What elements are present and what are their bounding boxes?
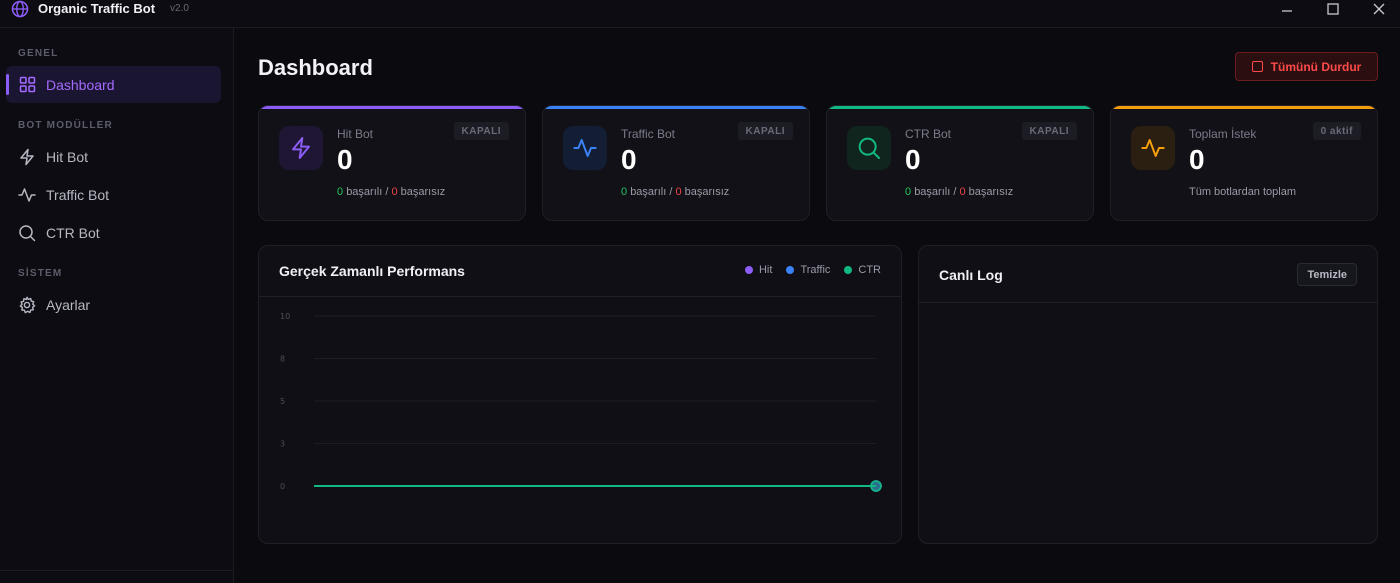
gear-icon <box>18 296 36 314</box>
status-badge: KAPALI <box>737 122 793 140</box>
stat-label: CTR Bot <box>905 127 952 141</box>
fail-count: 0 <box>675 186 682 198</box>
sidebar-item-label: CTR Bot <box>46 224 100 241</box>
success-count: 0 <box>905 186 912 198</box>
y-tick-label: 5 <box>280 397 285 406</box>
y-tick-label: 10 <box>280 312 290 321</box>
stop-all-label: Tümünü Durdur <box>1270 59 1362 74</box>
log-list <box>919 304 1377 543</box>
sidebar-item-label: Traffic Bot <box>46 186 110 203</box>
page-title: Dashboard <box>258 55 373 80</box>
stat-card-ctr-bot: CTR Bot 0 0 başarılı / 0 başarısız KAPAL… <box>826 105 1094 221</box>
search-icon <box>18 224 36 242</box>
sidebar-item-label: Dashboard <box>46 76 115 93</box>
sidebar-divider <box>0 570 234 571</box>
status-badge: KAPALI <box>453 122 509 140</box>
search-icon <box>847 126 891 170</box>
chart-legend: Hit Traffic CTR <box>744 264 881 276</box>
globe-icon <box>10 0 30 18</box>
card-accent-bar <box>543 106 809 109</box>
lightning-icon <box>279 126 323 170</box>
section-label-bot-moduller: BOT MODÜLLER <box>18 120 113 131</box>
sidebar-item-hit-bot[interactable]: Hit Bot <box>6 138 221 175</box>
app-title: Organic Traffic Bot <box>38 1 156 16</box>
activity-icon <box>563 126 607 170</box>
stat-value: 0 <box>621 144 637 175</box>
stat-label: Hit Bot <box>337 127 374 141</box>
y-tick-label: 3 <box>280 440 285 449</box>
fail-count: 0 <box>391 186 398 198</box>
legend-item-ctr: CTR <box>844 264 881 276</box>
success-label: başarılı <box>914 186 951 198</box>
sidebar-item-label: Hit Bot <box>46 148 89 165</box>
activity-icon <box>18 186 36 204</box>
stop-icon <box>1251 61 1263 72</box>
panel-header: Gerçek Zamanlı Performans Hit Traffic CT… <box>259 246 901 297</box>
status-badge: KAPALI <box>1021 122 1077 140</box>
clear-log-button[interactable]: Temizle <box>1297 263 1357 286</box>
legend-dot <box>786 266 795 274</box>
stat-value: 0 <box>337 144 353 175</box>
sidebar-item-ayarlar[interactable]: Ayarlar <box>6 286 221 323</box>
close-button[interactable] <box>1356 0 1400 18</box>
stat-subtext: 0 başarılı / 0 başarısız <box>621 186 729 198</box>
stat-subtext: 0 başarılı / 0 başarısız <box>905 186 1013 198</box>
lightning-icon <box>18 148 36 166</box>
active-count-badge: 0 aktif <box>1312 122 1361 140</box>
legend-label: Traffic <box>800 264 831 276</box>
success-count: 0 <box>337 186 344 198</box>
stat-card-traffic-bot: Traffic Bot 0 0 başarılı / 0 başarısız K… <box>542 105 810 221</box>
sidebar-item-label: Ayarlar <box>46 296 91 313</box>
title-bar: Organic Traffic Bot v2.0 <box>0 0 1400 28</box>
stop-all-button[interactable]: Tümünü Durdur <box>1235 52 1378 81</box>
maximize-icon <box>1327 3 1339 15</box>
stat-card-hit-bot: Hit Bot 0 0 başarılı / 0 başarısız KAPAL… <box>258 105 526 221</box>
y-tick-label: 0 <box>280 482 285 491</box>
card-accent-bar <box>827 106 1093 109</box>
legend-item-hit: Hit <box>744 264 773 276</box>
legend-item-traffic: Traffic <box>786 264 830 276</box>
section-label-genel: GENEL <box>18 48 59 59</box>
data-point-ctr <box>870 480 882 492</box>
success-count: 0 <box>621 186 628 198</box>
success-label: başarılı <box>346 186 383 198</box>
fail-count: 0 <box>959 186 966 198</box>
sidebar-item-traffic-bot[interactable]: Traffic Bot <box>6 176 221 213</box>
grid-icon <box>18 76 36 94</box>
y-tick-label: 8 <box>280 355 285 364</box>
stat-card-total-requests: Toplam İstek 0 Tüm botlardan toplam 0 ak… <box>1110 105 1378 221</box>
fail-label: başarısız <box>684 186 730 198</box>
sidebar: GENEL Dashboard BOT MODÜLLER Hit Bot Tra… <box>0 28 234 583</box>
close-icon <box>1373 3 1385 15</box>
panel-header: Canlı Log Temizle <box>919 246 1377 303</box>
minimize-icon <box>1282 10 1292 12</box>
legend-label: Hit <box>758 264 773 276</box>
success-label: başarılı <box>630 186 667 198</box>
pulse-icon <box>1131 126 1175 170</box>
stat-subtext: 0 başarılı / 0 başarısız <box>337 186 445 198</box>
fail-label: başarısız <box>968 186 1014 198</box>
card-accent-bar <box>259 106 525 109</box>
stat-label: Toplam İstek <box>1189 127 1257 141</box>
maximize-button[interactable] <box>1310 0 1356 18</box>
card-accent-bar <box>1111 106 1377 109</box>
app-version: v2.0 <box>170 3 189 14</box>
legend-label: CTR <box>858 264 881 276</box>
sidebar-item-ctr-bot[interactable]: CTR Bot <box>6 214 221 251</box>
log-title: Canlı Log <box>939 267 1003 283</box>
live-log-panel: Canlı Log Temizle <box>918 245 1378 544</box>
section-label-sistem: SİSTEM <box>18 268 63 279</box>
stat-subtitle: Tüm botlardan toplam <box>1189 186 1296 198</box>
stat-value: 0 <box>1189 144 1205 175</box>
performance-panel: Gerçek Zamanlı Performans Hit Traffic CT… <box>258 245 902 544</box>
sidebar-item-dashboard[interactable]: Dashboard <box>6 66 221 103</box>
performance-title: Gerçek Zamanlı Performans <box>279 263 465 279</box>
performance-chart: 0 3 5 8 10 <box>280 312 882 492</box>
stat-label: Traffic Bot <box>621 127 676 141</box>
legend-dot <box>744 266 753 274</box>
fail-label: başarısız <box>400 186 446 198</box>
stat-value: 0 <box>905 144 921 175</box>
minimize-button[interactable] <box>1264 0 1310 18</box>
legend-dot <box>844 266 853 274</box>
